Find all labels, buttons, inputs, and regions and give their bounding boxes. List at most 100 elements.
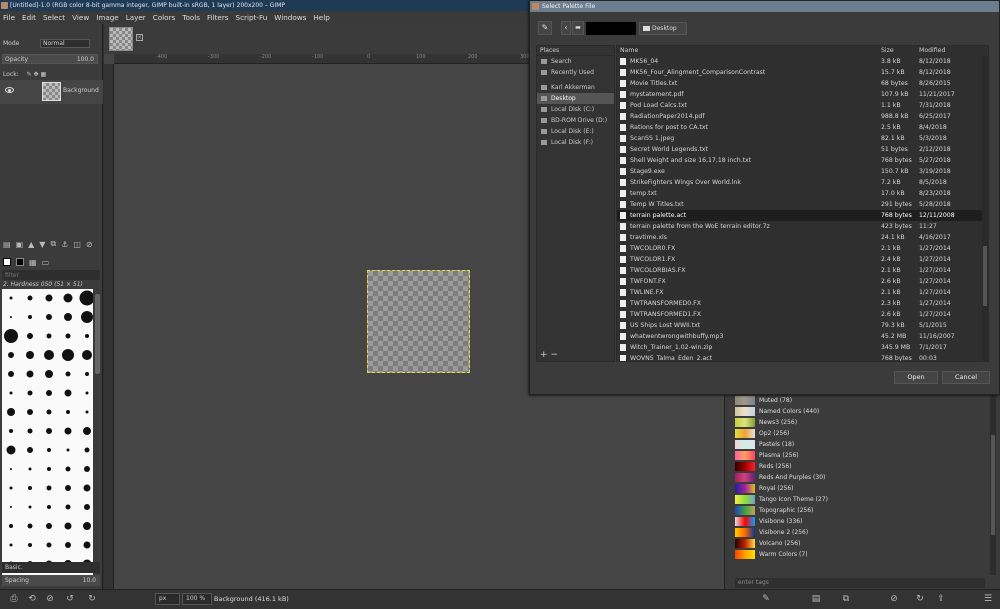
brush-preset-item[interactable] [59, 289, 77, 307]
brush-preset-item[interactable] [78, 403, 93, 421]
menu-filters[interactable]: Filters [207, 11, 229, 24]
brush-preset-item[interactable] [40, 517, 58, 535]
file-row[interactable]: TWCOLOR0.FX 2.1 kB 1/27/2014 [617, 243, 988, 254]
brush-preset-item[interactable] [78, 384, 93, 402]
brush-preset-item[interactable] [59, 536, 77, 554]
file-row[interactable]: Pod Load Calcs.txt 1.1 kB 7/31/2018 [617, 100, 988, 111]
brush-preset-item[interactable] [40, 365, 58, 383]
menu-view[interactable]: View [72, 11, 89, 24]
brush-preset-item[interactable] [40, 441, 58, 459]
palette-item[interactable]: Tango Icon Theme (27) [735, 494, 985, 505]
brush-preset-item[interactable] [21, 327, 39, 345]
palette-scrollbar[interactable] [990, 395, 996, 575]
gradient-icon[interactable]: ▭ [42, 258, 50, 267]
palette-item[interactable]: Volcano (256) [735, 538, 985, 549]
mode-select[interactable]: Normal [40, 39, 90, 48]
brush-preset-item[interactable] [2, 517, 20, 535]
opacity-slider[interactable]: Opacity 100.0 [2, 54, 98, 64]
brush-preset-item[interactable] [2, 346, 20, 364]
file-row[interactable]: Witch_Trainer_1.02-win.zip 345.9 MB 7/1/20… [617, 342, 988, 353]
place-item[interactable]: Search [537, 56, 614, 67]
menu-file[interactable]: File [3, 11, 15, 24]
brush-preset-item[interactable] [21, 308, 39, 326]
file-list-scrollbar[interactable] [982, 56, 988, 361]
place-item[interactable]: Karl Akkerman [537, 82, 614, 93]
new-palette-icon[interactable]: ▤ [810, 593, 822, 605]
brush-preset-item[interactable] [2, 289, 20, 307]
menu-layer[interactable]: Layer [126, 11, 146, 24]
brush-preset-item[interactable] [59, 460, 77, 478]
brush-preset-item[interactable] [40, 308, 58, 326]
brush-preset-item[interactable] [40, 289, 58, 307]
file-row[interactable]: TWTRANSFORMED0.FX 2.3 kB 1/27/2014 [617, 298, 988, 309]
mask-icon[interactable]: ◫ [73, 240, 81, 249]
brush-preset-item[interactable] [21, 498, 39, 516]
brush-preset-item[interactable] [40, 346, 58, 364]
brush-preset-item[interactable] [78, 327, 93, 345]
bg-color-icon[interactable] [16, 258, 24, 266]
brush-preset-item[interactable] [2, 327, 20, 345]
brush-preset-item[interactable] [78, 346, 93, 364]
place-item[interactable]: Local Disk (E:) [537, 126, 614, 137]
import-palette-icon[interactable]: ⇪ [935, 593, 947, 605]
brush-preset-item[interactable] [2, 460, 20, 478]
visibility-eye-icon[interactable] [5, 87, 14, 93]
brush-preset-item[interactable] [21, 536, 39, 554]
brush-preset-item[interactable] [78, 441, 93, 459]
file-row[interactable]: TWTRANSFORMED1.FX 2.6 kB 1/27/2014 [617, 309, 988, 320]
menu-help[interactable]: Help [313, 11, 329, 24]
file-row[interactable]: ScanSS 1.jpeg 82.1 kB 5/3/2018 [617, 133, 988, 144]
path-user-folder-button[interactable] [586, 22, 636, 35]
file-row[interactable]: TWLINE.FX 2.1 kB 1/27/2014 [617, 287, 988, 298]
back-chevron-icon[interactable]: ‹ [561, 21, 571, 35]
brush-preset-item[interactable] [21, 289, 39, 307]
brush-preset-item[interactable] [21, 365, 39, 383]
palette-item[interactable]: Visibone (336) [735, 516, 985, 527]
brush-preset-item[interactable] [21, 441, 39, 459]
new-layer-icon[interactable]: ▤ [3, 240, 11, 249]
menu-edit[interactable]: Edit [22, 11, 36, 24]
menu-tools[interactable]: Tools [182, 11, 200, 24]
restore-preset-icon[interactable]: ⟲ [26, 593, 38, 605]
palette-item[interactable]: Reds And Purples (30) [735, 472, 985, 483]
menu-script-fu[interactable]: Script-Fu [236, 11, 268, 24]
brush-preset-item[interactable] [2, 308, 20, 326]
place-item[interactable]: BD-ROM Drive (D:) [537, 115, 614, 126]
brush-preset-item[interactable] [40, 384, 58, 402]
brush-preset-item[interactable] [59, 517, 77, 535]
file-row[interactable]: terrain palette from the WoE terrain edi… [617, 221, 988, 232]
anchor-layer-icon[interactable]: ⚓ [61, 240, 68, 249]
places-add-remove[interactable]: +− [537, 349, 614, 361]
vertical-ruler[interactable] [104, 64, 114, 589]
lower-layer-icon[interactable]: ▼ [39, 240, 45, 249]
file-row[interactable]: TWFONT.FX 2.6 kB 1/27/2014 [617, 276, 988, 287]
column-size-header[interactable]: Size [881, 46, 894, 56]
palette-item[interactable]: Royal (256) [735, 483, 985, 494]
brush-preset-item[interactable] [59, 327, 77, 345]
delete-preset-icon[interactable]: ⊘ [44, 593, 56, 605]
column-name-header[interactable]: Name [620, 46, 638, 56]
palette-item[interactable]: Plasma (256) [735, 450, 985, 461]
brush-preset-item[interactable] [21, 460, 39, 478]
menu-colors[interactable]: Colors [153, 11, 176, 24]
file-row[interactable]: RadiationPaper2014.pdf 988.8 kB 6/25/2017 [617, 111, 988, 122]
reset-default-icon[interactable]: ↻ [86, 593, 98, 605]
layer-item-background[interactable]: Background [0, 80, 103, 104]
brush-preset-item[interactable] [59, 346, 77, 364]
folder-icon[interactable]: ▬ [572, 21, 584, 35]
new-group-icon[interactable]: ▣ [16, 240, 24, 249]
brush-preset-item[interactable] [59, 422, 77, 440]
brush-preset-item[interactable] [78, 308, 93, 326]
brush-preset-item[interactable] [59, 441, 77, 459]
type-location-icon[interactable]: ✎ [538, 21, 552, 35]
refresh-palettes-icon[interactable]: ↻ [914, 593, 926, 605]
palette-item[interactable]: Pastels (18) [735, 439, 985, 450]
place-item[interactable]: Desktop [537, 93, 614, 104]
path-desktop-button[interactable]: Desktop [639, 22, 687, 35]
save-preset-icon[interactable]: ⎙ [8, 593, 20, 605]
brush-scrollbar[interactable] [94, 289, 101, 585]
palette-item[interactable]: Named Colors (440) [735, 406, 985, 417]
file-row[interactable]: Temp W Titles.txt 291 bytes 5/28/2018 [617, 199, 988, 210]
brush-preset-item[interactable] [59, 498, 77, 516]
menu-image[interactable]: Image [96, 11, 119, 24]
